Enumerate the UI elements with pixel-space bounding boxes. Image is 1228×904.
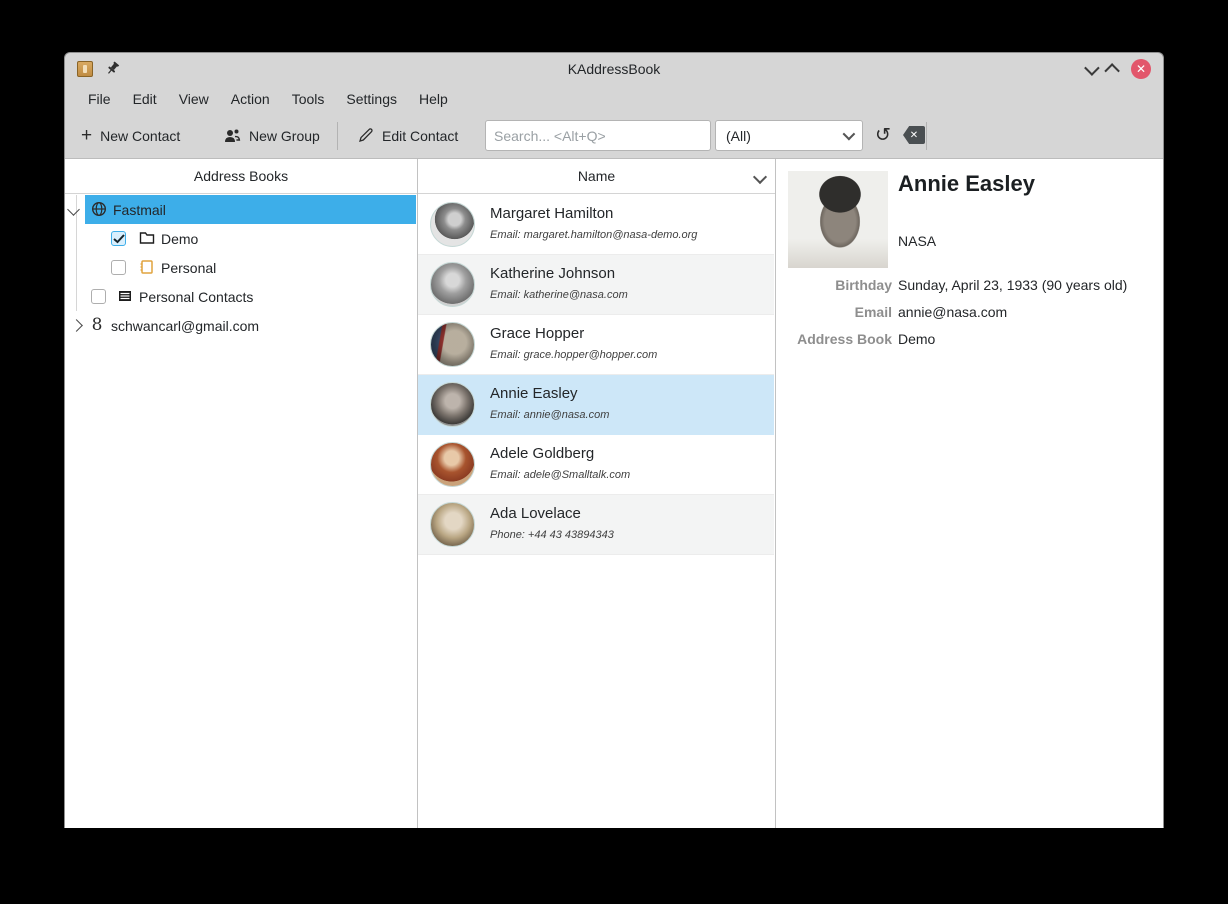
contact-list-panel: Name Margaret Hamilton Email: margaret.ha… xyxy=(418,159,776,828)
menu-item-action[interactable]: Action xyxy=(220,88,281,110)
toolbar: + New Contact New Group Edit Contact xyxy=(65,113,1163,159)
address-book-label: Fastmail xyxy=(113,202,166,218)
contact-row-ada-lovelace[interactable]: Ada Lovelace Phone: +44 43 43894343 xyxy=(418,495,774,555)
globe-icon xyxy=(91,201,107,217)
menu-item-file[interactable]: File xyxy=(77,88,122,110)
chevron-down-icon xyxy=(843,128,856,141)
address-book-label: Personal xyxy=(161,260,216,276)
kaddressbook-window: KAddressBook ✕ FileEditViewActionToolsSe… xyxy=(64,52,1164,828)
address-books-header[interactable]: Address Books xyxy=(65,159,417,194)
clear-search-button[interactable]: ✕ xyxy=(903,126,925,144)
contact-name: Grace Hopper xyxy=(490,325,584,342)
field-value: annie@nasa.com xyxy=(898,304,1007,320)
menu-item-settings[interactable]: Settings xyxy=(335,88,408,110)
contact-row-adele-goldberg[interactable]: Adele Goldberg Email: adele@Smalltalk.com xyxy=(418,435,774,495)
address-book-item-fastmail[interactable]: Fastmail xyxy=(85,195,416,224)
contact-fields: Birthday Sunday, April 23, 1933 (90 years… xyxy=(776,271,1163,352)
detail-field-email: Email annie@nasa.com xyxy=(776,298,1163,325)
menu-item-tools[interactable]: Tools xyxy=(281,88,336,110)
address-book-item-personal[interactable]: Personal xyxy=(65,253,416,282)
field-label: Address Book xyxy=(776,331,892,347)
pencil-icon xyxy=(357,127,374,144)
contact-name: Ada Lovelace xyxy=(490,505,581,522)
address-book-label: Demo xyxy=(161,231,198,247)
new-group-button[interactable]: New Group xyxy=(223,113,320,158)
contact-detail: Email: adele@Smalltalk.com xyxy=(490,469,630,481)
menu-item-help[interactable]: Help xyxy=(408,88,459,110)
contact-details-panel: Annie Easley NASA Birthday Sunday, April … xyxy=(776,159,1163,828)
minimize-button[interactable] xyxy=(1084,60,1100,76)
vcard-icon xyxy=(117,288,133,304)
expander-closed-icon[interactable] xyxy=(70,319,83,332)
google-icon: 8 xyxy=(89,317,105,333)
contact-row-grace-hopper[interactable]: Grace Hopper Email: grace.hopper@hopper.c… xyxy=(418,315,774,375)
address-book-label: Personal Contacts xyxy=(139,289,253,305)
main-content: Address Books Fastmail Demo Personal Person… xyxy=(65,159,1163,828)
contact-row-margaret-hamilton[interactable]: Margaret Hamilton Email: margaret.hamilto… xyxy=(418,195,774,255)
avatar xyxy=(430,502,475,547)
contact-detail: Email: katherine@nasa.com xyxy=(490,289,628,301)
checkbox-unchecked[interactable] xyxy=(91,289,106,304)
search-input[interactable] xyxy=(485,120,711,151)
contact-list: Margaret Hamilton Email: margaret.hamilto… xyxy=(418,195,774,555)
contact-detail: Email: margaret.hamilton@nasa-demo.org xyxy=(490,229,697,241)
edit-contact-button[interactable]: Edit Contact xyxy=(357,113,458,158)
notebook-icon xyxy=(139,259,155,275)
avatar xyxy=(430,442,475,487)
menubar: FileEditViewActionToolsSettingsHelp xyxy=(65,85,1163,113)
new-contact-button[interactable]: + New Contact xyxy=(81,113,180,158)
contact-detail: Email: grace.hopper@hopper.com xyxy=(490,349,657,361)
group-icon xyxy=(223,128,241,144)
name-column-header[interactable]: Name xyxy=(418,159,775,194)
contact-organization: NASA xyxy=(898,233,936,249)
window-title: KAddressBook xyxy=(65,61,1163,77)
detail-field-birthday: Birthday Sunday, April 23, 1933 (90 years… xyxy=(776,271,1163,298)
toolbar-separator xyxy=(337,122,338,150)
address-book-item-personal-contacts[interactable]: Personal Contacts xyxy=(65,282,416,311)
avatar xyxy=(430,202,475,247)
field-label: Birthday xyxy=(776,277,892,293)
plus-icon: + xyxy=(81,126,92,145)
backspace-icon: ✕ xyxy=(903,126,925,144)
undo-button[interactable]: ↺ xyxy=(871,121,895,149)
filter-dropdown[interactable]: (All) xyxy=(715,120,863,151)
checkbox-unchecked[interactable] xyxy=(111,260,126,275)
address-book-label: schwancarl@gmail.com xyxy=(111,318,259,334)
field-value: Demo xyxy=(898,331,935,347)
contact-detail: Phone: +44 43 43894343 xyxy=(490,529,614,541)
close-button[interactable]: ✕ xyxy=(1131,59,1151,79)
field-value: Sunday, April 23, 1933 (90 years old) xyxy=(898,277,1127,293)
folder-icon xyxy=(139,230,155,246)
titlebar[interactable]: KAddressBook ✕ xyxy=(65,53,1163,85)
menu-item-edit[interactable]: Edit xyxy=(122,88,168,110)
contact-name: Margaret Hamilton xyxy=(490,205,613,222)
contact-name: Katherine Johnson xyxy=(490,265,615,282)
contact-name-heading: Annie Easley xyxy=(898,171,1035,197)
address-books-tree: Fastmail Demo Personal Personal Contacts 8 sc… xyxy=(65,195,416,340)
contact-row-katherine-johnson[interactable]: Katherine Johnson Email: katherine@nasa.c… xyxy=(418,255,774,315)
contact-name: Adele Goldberg xyxy=(490,445,594,462)
address-book-item-schwancarl-gmail-com[interactable]: 8 schwancarl@gmail.com xyxy=(65,311,416,340)
maximize-button[interactable] xyxy=(1104,63,1120,79)
avatar xyxy=(430,382,475,427)
toolbar-separator xyxy=(926,122,927,150)
menu-item-view[interactable]: View xyxy=(168,88,220,110)
contact-detail: Email: annie@nasa.com xyxy=(490,409,609,421)
contact-name: Annie Easley xyxy=(490,385,578,402)
avatar xyxy=(430,322,475,367)
expander-open-icon[interactable] xyxy=(67,203,80,216)
contact-row-annie-easley[interactable]: Annie Easley Email: annie@nasa.com xyxy=(418,375,774,435)
avatar xyxy=(430,262,475,307)
detail-field-address-book: Address Book Demo xyxy=(776,325,1163,352)
field-label: Email xyxy=(776,304,892,320)
contact-photo xyxy=(788,171,888,268)
address-book-item-demo[interactable]: Demo xyxy=(65,224,416,253)
checkbox-checked[interactable] xyxy=(111,231,126,246)
address-books-panel: Address Books Fastmail Demo Personal Person… xyxy=(65,159,418,828)
sort-chevron-icon[interactable] xyxy=(753,170,767,184)
